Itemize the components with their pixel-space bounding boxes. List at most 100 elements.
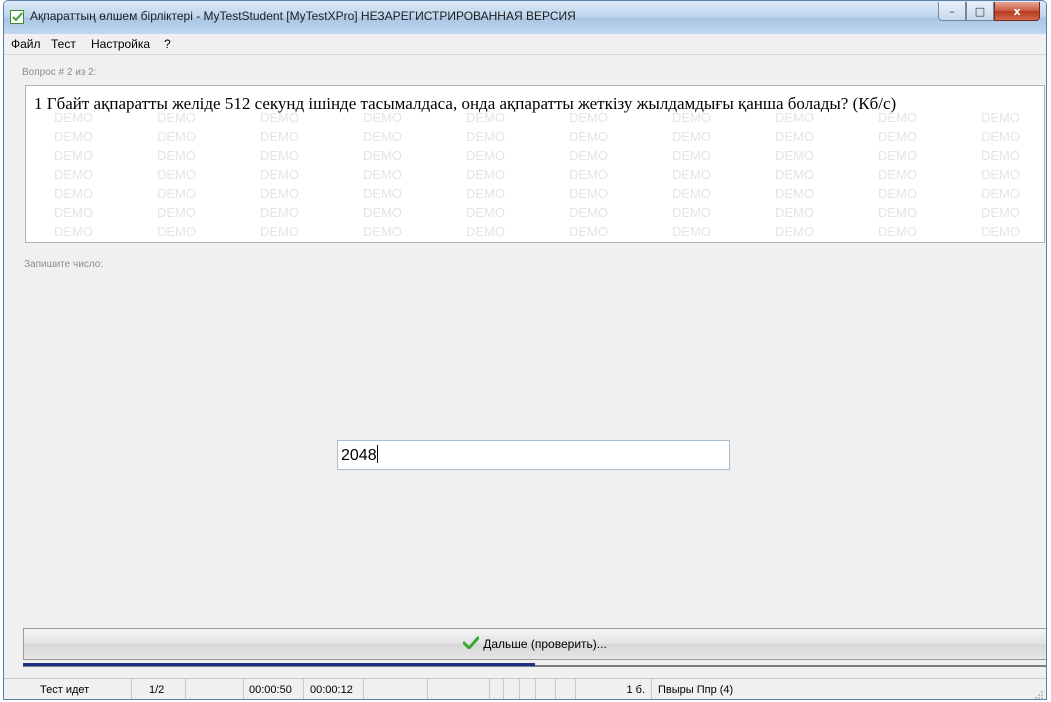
watermark-text: DEMO [363, 167, 402, 182]
status-user: Пвыры Ппр (4) [658, 684, 734, 696]
status-score: 1 б. [576, 679, 652, 699]
watermark-text: DEMO [260, 167, 299, 182]
watermark-text: DEMO [363, 148, 402, 163]
watermark-text: DEMO [157, 129, 196, 144]
watermark-text: DEMO [878, 205, 917, 220]
watermark-text: DEMO [54, 129, 93, 144]
watermark-text: DEMO [981, 167, 1020, 182]
watermark-text: DEMO [569, 129, 608, 144]
watermark-text: DEMO [157, 148, 196, 163]
watermark-text: DEMO [775, 224, 814, 239]
watermark-text: DEMO [569, 148, 608, 163]
status-empty-5 [504, 679, 520, 699]
status-empty-7 [536, 679, 556, 699]
watermark-text: DEMO [981, 148, 1020, 163]
maximize-button[interactable]: □ [966, 2, 994, 21]
watermark-text: DEMO [672, 167, 711, 182]
close-icon: x [1013, 4, 1021, 18]
watermark-text: DEMO [157, 205, 196, 220]
answer-value: 2048 [341, 447, 377, 464]
status-question-counter: 1/2 [132, 679, 186, 699]
watermark-text: DEMO [878, 148, 917, 163]
watermark-text: DEMO [54, 186, 93, 201]
status-empty-6 [520, 679, 536, 699]
watermark-text: DEMO [260, 224, 299, 239]
watermark-text: DEMO [775, 129, 814, 144]
watermark-text: DEMO [54, 224, 93, 239]
next-check-button[interactable]: Дальше (проверить)... [23, 628, 1046, 660]
watermark-text: DEMO [775, 186, 814, 201]
minimize-button[interactable]: – [938, 2, 966, 21]
watermark-text: DEMO [157, 167, 196, 182]
menu-help[interactable]: ? [164, 37, 171, 51]
watermark-text: DEMO [54, 205, 93, 220]
window-title: Ақпараттың өлшем бірліктері - MyTestStud… [30, 9, 576, 23]
watermark-text: DEMO [466, 224, 505, 239]
watermark-text: DEMO [260, 129, 299, 144]
next-button-label: Дальше (проверить)... [483, 637, 607, 651]
watermark-text: DEMO [363, 129, 402, 144]
watermark-text: DEMO [878, 224, 917, 239]
watermark-text: DEMO [878, 167, 917, 182]
watermark-text: DEMO [54, 148, 93, 163]
question-number-label: Вопрос # 2 из 2: [22, 67, 97, 78]
watermark-text: DEMO [157, 186, 196, 201]
watermark-text: DEMO [878, 186, 917, 201]
watermark-text: DEMO [672, 186, 711, 201]
status-empty-4 [490, 679, 504, 699]
menu-test[interactable]: Тест [51, 37, 76, 51]
resize-grip-icon[interactable] [1034, 690, 1044, 700]
watermark-text: DEMO [981, 205, 1020, 220]
status-state: Тест идет [4, 679, 132, 699]
watermark-text: DEMO [466, 167, 505, 182]
watermark-text: DEMO [569, 205, 608, 220]
watermark-text: DEMO [672, 129, 711, 144]
watermark-text: DEMO [260, 205, 299, 220]
watermark-text: DEMO [672, 148, 711, 163]
status-bar: Тест идет 1/2 00:00:50 00:00:12 1 б. Пвы… [4, 678, 1046, 700]
watermark-text: DEMO [363, 224, 402, 239]
watermark-text: DEMO [878, 129, 917, 144]
watermark-text: DEMO [981, 186, 1020, 201]
watermark-text: DEMO [466, 148, 505, 163]
close-button[interactable]: x [994, 2, 1040, 21]
watermark-text: DEMO [363, 205, 402, 220]
app-window: Ақпараттың өлшем бірліктері - MyTestStud… [3, 0, 1047, 700]
menu-bar: Файл Тест Настройка ? [4, 34, 1046, 55]
app-checkbox-icon [10, 10, 24, 24]
status-empty-2 [364, 679, 428, 699]
watermark-text: DEMO [775, 167, 814, 182]
progress-fill [23, 663, 535, 666]
watermark-text: DEMO [466, 205, 505, 220]
watermark-text: DEMO [157, 224, 196, 239]
minimize-icon: – [949, 4, 955, 18]
checkmark-icon [462, 636, 480, 652]
watermark-text: DEMO [775, 148, 814, 163]
watermark-text: DEMO [54, 167, 93, 182]
answer-prompt-label: Запишите число: [24, 259, 104, 270]
watermark-text: DEMO [672, 224, 711, 239]
watermark-text: DEMO [672, 205, 711, 220]
status-empty-3 [428, 679, 490, 699]
question-panel: DEMO DEMO DEMO DEMO DEMO DEMO DEMO DEMO DEMO DEMO… [25, 85, 1045, 243]
menu-file[interactable]: Файл [11, 37, 41, 51]
watermark-text: DEMO [981, 224, 1020, 239]
test-progress-bar [23, 663, 1046, 669]
answer-number-input[interactable]: 2048 [337, 440, 730, 470]
status-empty-8 [556, 679, 576, 699]
watermark-text: DEMO [260, 148, 299, 163]
maximize-icon: □ [974, 4, 986, 18]
watermark-text: DEMO [466, 186, 505, 201]
watermark-text: DEMO [363, 186, 402, 201]
title-bar[interactable]: Ақпараттың өлшем бірліктері - MyTestStud… [4, 1, 1046, 35]
status-time-elapsed: 00:00:50 [244, 679, 304, 699]
menu-settings[interactable]: Настройка [91, 37, 150, 51]
watermark-text: DEMO [569, 167, 608, 182]
watermark-text: DEMO [466, 129, 505, 144]
watermark-text: DEMO [775, 205, 814, 220]
watermark-text: DEMO [981, 129, 1020, 144]
status-time-question: 00:00:12 [304, 679, 364, 699]
watermark-text: DEMO [569, 224, 608, 239]
watermark-text: DEMO [569, 186, 608, 201]
status-empty-1 [186, 679, 244, 699]
